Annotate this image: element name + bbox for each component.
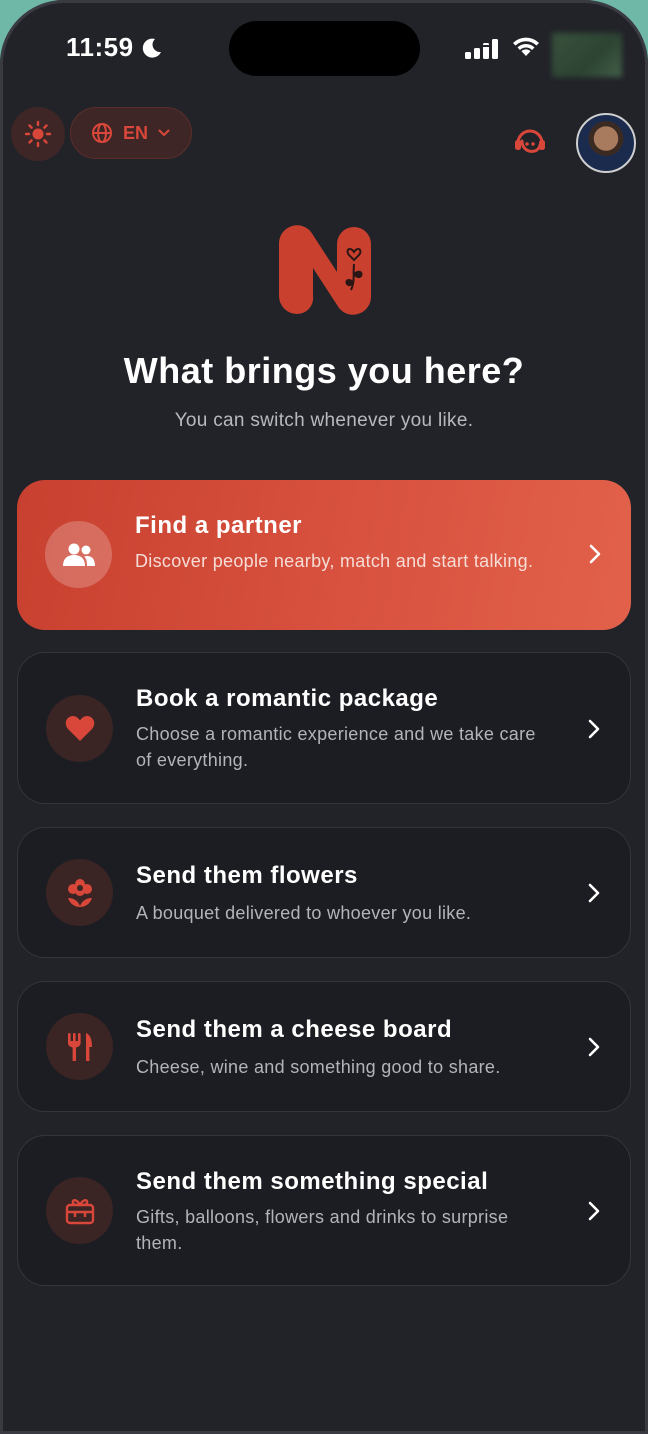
option-cheese-board[interactable]: Send them a cheese board Cheese, wine an… xyxy=(17,981,631,1112)
battery-indicator xyxy=(552,33,622,77)
cellular-signal-icon xyxy=(465,39,498,59)
chevron-down-icon xyxy=(158,129,170,136)
chevron-right-icon xyxy=(588,1037,600,1057)
language-selector[interactable]: EN xyxy=(70,107,192,159)
option-find-partner[interactable]: Find a partner Discover people nearby, m… xyxy=(17,480,631,630)
option-title: Send them a cheese board xyxy=(136,1016,453,1043)
support-headset-icon[interactable] xyxy=(512,125,548,159)
option-description: Discover people nearby, match and start … xyxy=(135,551,534,571)
utensils-icon xyxy=(67,1032,92,1061)
sun-icon xyxy=(24,120,52,148)
globe-icon xyxy=(92,123,112,143)
people-icon xyxy=(62,543,95,566)
option-icon-badge xyxy=(46,695,113,762)
option-romantic-package[interactable]: Book a romantic package Choose a romanti… xyxy=(17,652,631,804)
option-icon-badge xyxy=(45,521,112,588)
option-title: Send them flowers xyxy=(136,862,358,889)
theme-toggle-button[interactable] xyxy=(11,107,65,161)
option-icon-badge xyxy=(46,1177,113,1244)
page-title: What brings you here? xyxy=(123,350,525,391)
option-title: Send them something special xyxy=(136,1168,489,1195)
option-title: Find a partner xyxy=(135,512,303,539)
chevron-right-icon xyxy=(589,544,601,564)
option-title: Book a romantic package xyxy=(136,685,439,712)
wifi-icon xyxy=(513,37,539,56)
chevron-right-icon xyxy=(588,719,600,739)
app-logo xyxy=(278,225,371,315)
language-label: EN xyxy=(123,122,149,143)
option-send-flowers[interactable]: Send them flowers A bouquet delivered to… xyxy=(17,827,631,958)
flower-icon xyxy=(67,878,92,907)
option-icon-badge xyxy=(46,859,113,926)
option-something-special[interactable]: Send them something special Gifts, ballo… xyxy=(17,1135,631,1286)
option-icon-badge xyxy=(46,1013,113,1080)
moon-icon xyxy=(142,38,161,58)
user-avatar[interactable] xyxy=(576,113,636,173)
heart-icon xyxy=(65,716,94,741)
chevron-right-icon xyxy=(588,1201,600,1221)
option-description: Choose a romantic experience and we take… xyxy=(136,724,536,770)
page-subtitle: You can switch whenever you like. xyxy=(174,410,474,431)
app-screen: 11:59 EN What brings you here? You can s… xyxy=(0,0,648,1434)
gift-icon xyxy=(65,1198,94,1224)
option-description: A bouquet delivered to whoever you like. xyxy=(136,903,472,923)
dynamic-island xyxy=(229,21,420,76)
status-time: 11:59 xyxy=(66,32,134,62)
chevron-right-icon xyxy=(588,883,600,903)
option-description: Cheese, wine and something good to share… xyxy=(136,1057,501,1077)
option-description: Gifts, balloons, flowers and drinks to s… xyxy=(136,1207,509,1253)
